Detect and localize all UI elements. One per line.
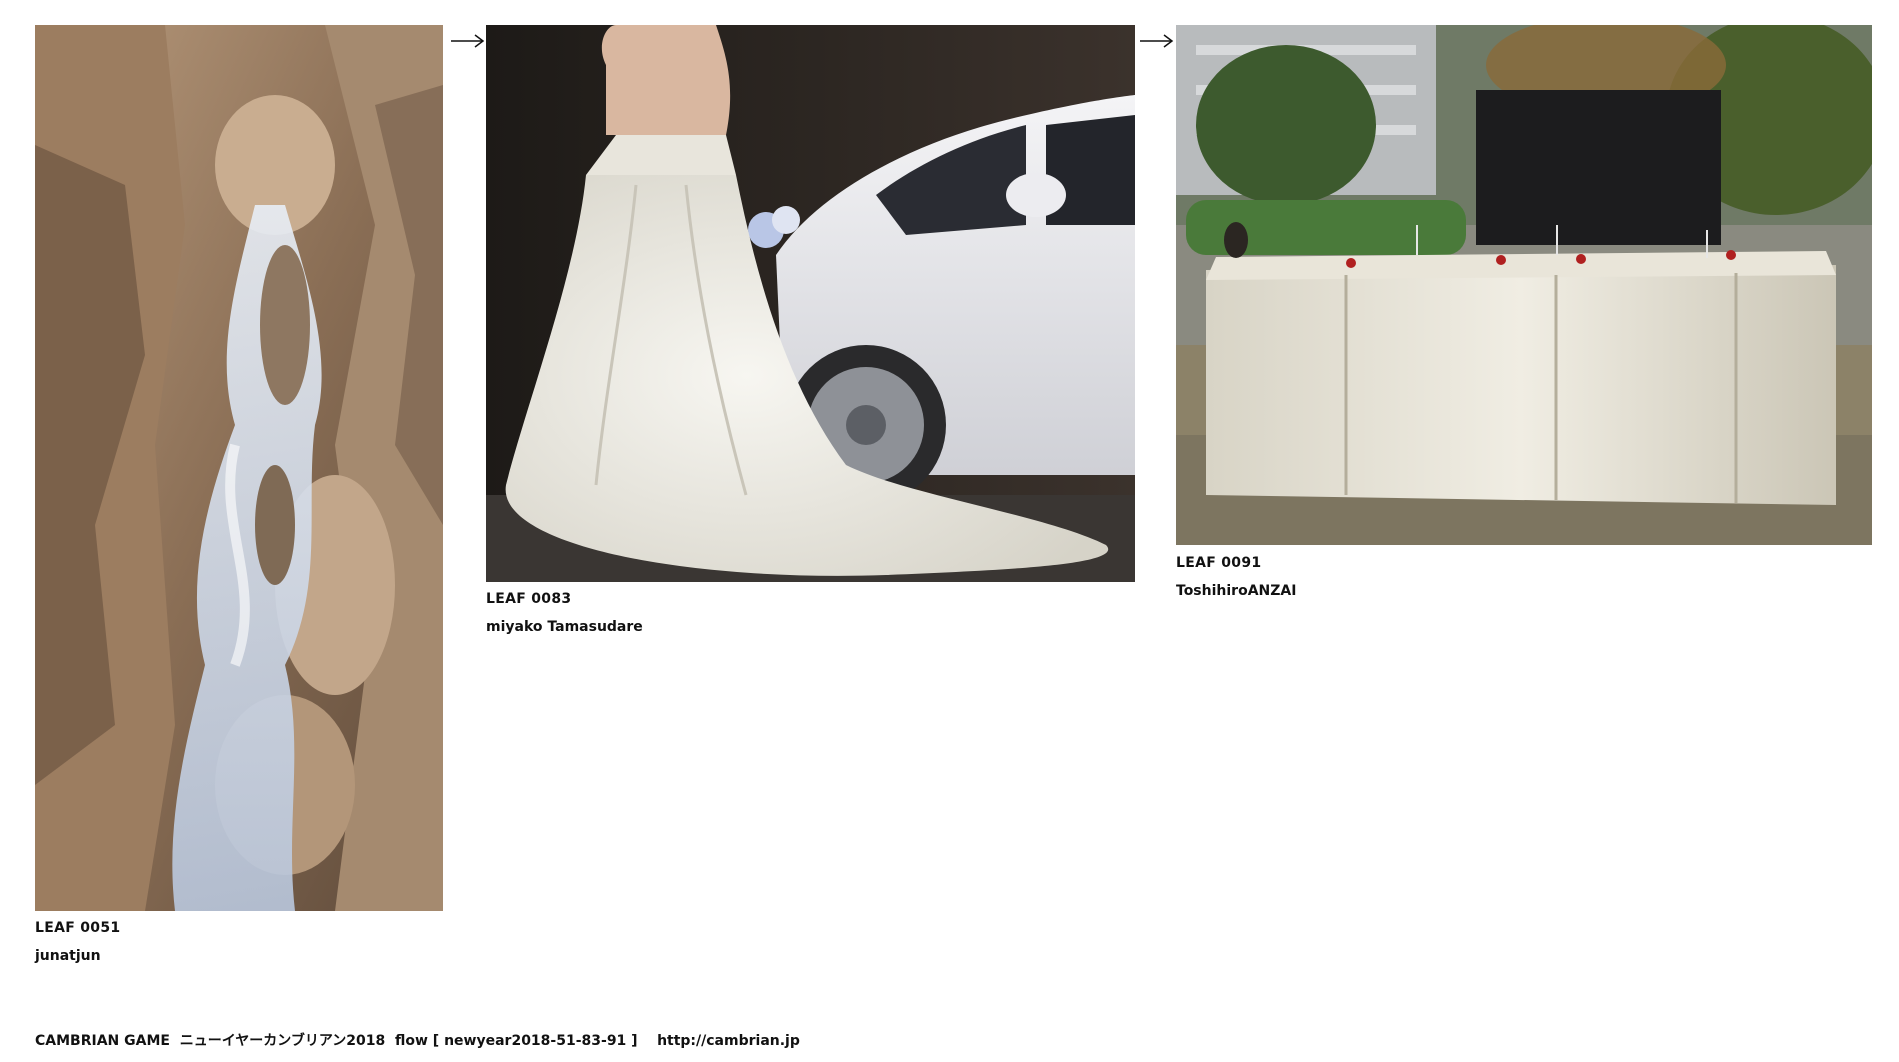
arrow-right-icon <box>451 34 485 48</box>
leaf-id-label[interactable]: LEAF 0091 <box>1176 555 1261 571</box>
wedding-dress-car-photo[interactable] <box>486 25 1135 582</box>
leaf-id-label[interactable]: LEAF 0051 <box>35 920 120 936</box>
leaf-card: LEAF 0083 miyako Tamasudare <box>486 25 1135 635</box>
leaf-author-label[interactable]: miyako Tamasudare <box>486 619 643 635</box>
leaf-card: LEAF 0051 junatjun <box>35 25 443 964</box>
waterfall-photo[interactable] <box>35 25 443 911</box>
banquet-table-photo[interactable] <box>1176 25 1872 545</box>
leaf-author-label[interactable]: junatjun <box>35 948 101 964</box>
leaf-id-label[interactable]: LEAF 0083 <box>486 591 571 607</box>
leaf-author-label[interactable]: ToshihiroANZAI <box>1176 583 1296 599</box>
footer-caption: CAMBRIAN GAME ニューイヤーカンブリアン2018 flow [ ne… <box>35 1033 800 1049</box>
arrow-right-icon <box>1140 34 1174 48</box>
leaf-card: LEAF 0091 ToshihiroANZAI <box>1176 25 1872 599</box>
